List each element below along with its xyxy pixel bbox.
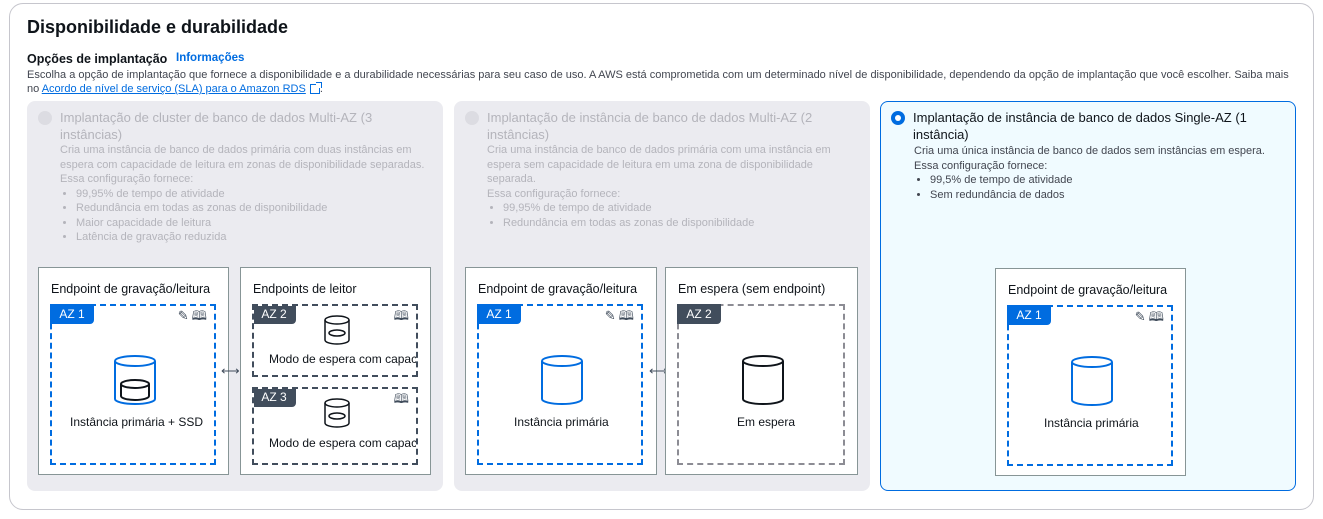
az-box: AZ 1 ✎🕮 Instância primária [477, 304, 643, 465]
az-box: AZ 1 ✎🕮 Instância primária [1007, 305, 1173, 466]
az-box: AZ 1 ✎🕮 Instância primária + SSD [50, 304, 216, 465]
deployment-description: Escolha a opção de implantação que forne… [27, 69, 1289, 95]
info-link[interactable]: Informações [176, 52, 244, 64]
az-box: AZ 3 🕮 Modo de espera com capacidade de … [252, 387, 418, 465]
az-tag: AZ 1 [1007, 305, 1051, 325]
database-icon [541, 355, 583, 405]
section-title: Disponibilidade e durabilidade [27, 17, 289, 37]
write-read-endpoint-box: Endpoint de gravação/leitura AZ 1 ✎🕮 Ins… [465, 267, 657, 475]
db-label: Instância primária [1044, 416, 1139, 430]
az-action-icons: ✎🕮 [1135, 308, 1167, 330]
database-icon [324, 315, 350, 345]
book-icon: 🕮 [191, 308, 210, 323]
reader-endpoints-box: Endpoints de leitor AZ 2 🕮 Modo de esper… [240, 267, 431, 475]
edit-icon: ✎ [604, 308, 619, 323]
standby-box: Em espera (sem endpoint) AZ 2 Em espera [665, 267, 858, 475]
option-description: Cria uma instância de banco de dados pri… [60, 143, 430, 245]
az-box: AZ 2 🕮 Modo de espera com capacidade de … [252, 304, 418, 377]
db-label: Instância primária + SSD [70, 415, 204, 429]
option-title: Implantação de cluster de banco de dados… [60, 110, 373, 142]
db-label: Instância primária [514, 415, 609, 429]
diagram-title: Em espera (sem endpoint) [678, 282, 826, 296]
az-tag: AZ 3 [254, 389, 296, 407]
az-action-icons: ✎🕮 [178, 307, 210, 329]
diagram-title: Endpoint de gravação/leitura [478, 282, 638, 296]
option-description: Cria uma única instância de banco de dad… [914, 144, 1289, 202]
az-tag: AZ 2 [677, 304, 721, 324]
write-read-endpoint-box: Endpoint de gravação/leitura AZ 1 ✎🕮 Ins… [995, 268, 1186, 476]
radio-button-selected[interactable] [891, 111, 905, 125]
book-icon: 🕮 [393, 391, 412, 406]
az-tag: AZ 1 [50, 304, 94, 324]
edit-icon: ✎ [1134, 309, 1149, 324]
db-label: Modo de espera com capacidade de leitura [269, 436, 418, 450]
external-link-icon [309, 82, 322, 94]
az-box: AZ 2 Em espera [677, 304, 845, 465]
option-title: Implantação de instância de banco de dad… [487, 110, 813, 142]
option-single-az[interactable]: Implantação de instância de banco de dad… [880, 101, 1296, 491]
option-multi-az-cluster[interactable]: Implantação de cluster de banco de dados… [27, 101, 443, 491]
option-description: Cria uma instância de banco de dados pri… [487, 143, 847, 230]
book-icon: 🕮 [618, 308, 637, 323]
option-title: Implantação de instância de banco de dad… [913, 110, 1247, 142]
option-multi-az-instance[interactable]: Implantação de instância de banco de dad… [454, 101, 870, 491]
book-icon: 🕮 [393, 308, 412, 323]
diagram-title: Endpoint de gravação/leitura [1008, 283, 1168, 297]
az-tag: AZ 2 [254, 306, 296, 324]
database-icon [742, 355, 784, 405]
write-read-endpoint-box: Endpoint de gravação/leitura AZ 1 ✎🕮 Ins… [38, 267, 229, 475]
book-icon: 🕮 [1148, 309, 1167, 324]
bullet: 99,95% de tempo de atividade [503, 201, 847, 216]
bullet: Redundância em todas as zonas de disponi… [76, 201, 430, 216]
database-icon [1071, 356, 1113, 406]
bullet: Maior capacidade de leitura [76, 216, 430, 231]
diagram-title: Endpoints de leitor [253, 282, 357, 296]
db-label: Modo de espera com capacidade de leitura [269, 352, 418, 366]
diagram-title: Endpoint de gravação/leitura [51, 282, 211, 296]
radio-button[interactable] [465, 111, 479, 125]
double-arrow-icon: ⟷ [221, 363, 240, 378]
az-action-icons: ✎🕮 [605, 307, 637, 329]
radio-button[interactable] [38, 111, 52, 125]
db-label: Em espera [737, 415, 796, 429]
edit-icon: ✎ [177, 308, 192, 323]
database-icon [324, 398, 350, 428]
bullet: Sem redundância de dados [930, 188, 1289, 203]
deployment-options-label: Opções de implantação [27, 52, 168, 66]
bullet: Latência de gravação reduzida [76, 230, 430, 245]
sla-link[interactable]: Acordo de nível de serviço (SLA) para o … [42, 82, 322, 95]
bullet: 99,95% de tempo de atividade [76, 187, 430, 202]
database-ssd-icon [114, 355, 156, 405]
bullet: 99,5% de tempo de atividade [930, 173, 1289, 188]
bullet: Redundância em todas as zonas de disponi… [503, 216, 847, 231]
az-tag: AZ 1 [477, 304, 521, 324]
